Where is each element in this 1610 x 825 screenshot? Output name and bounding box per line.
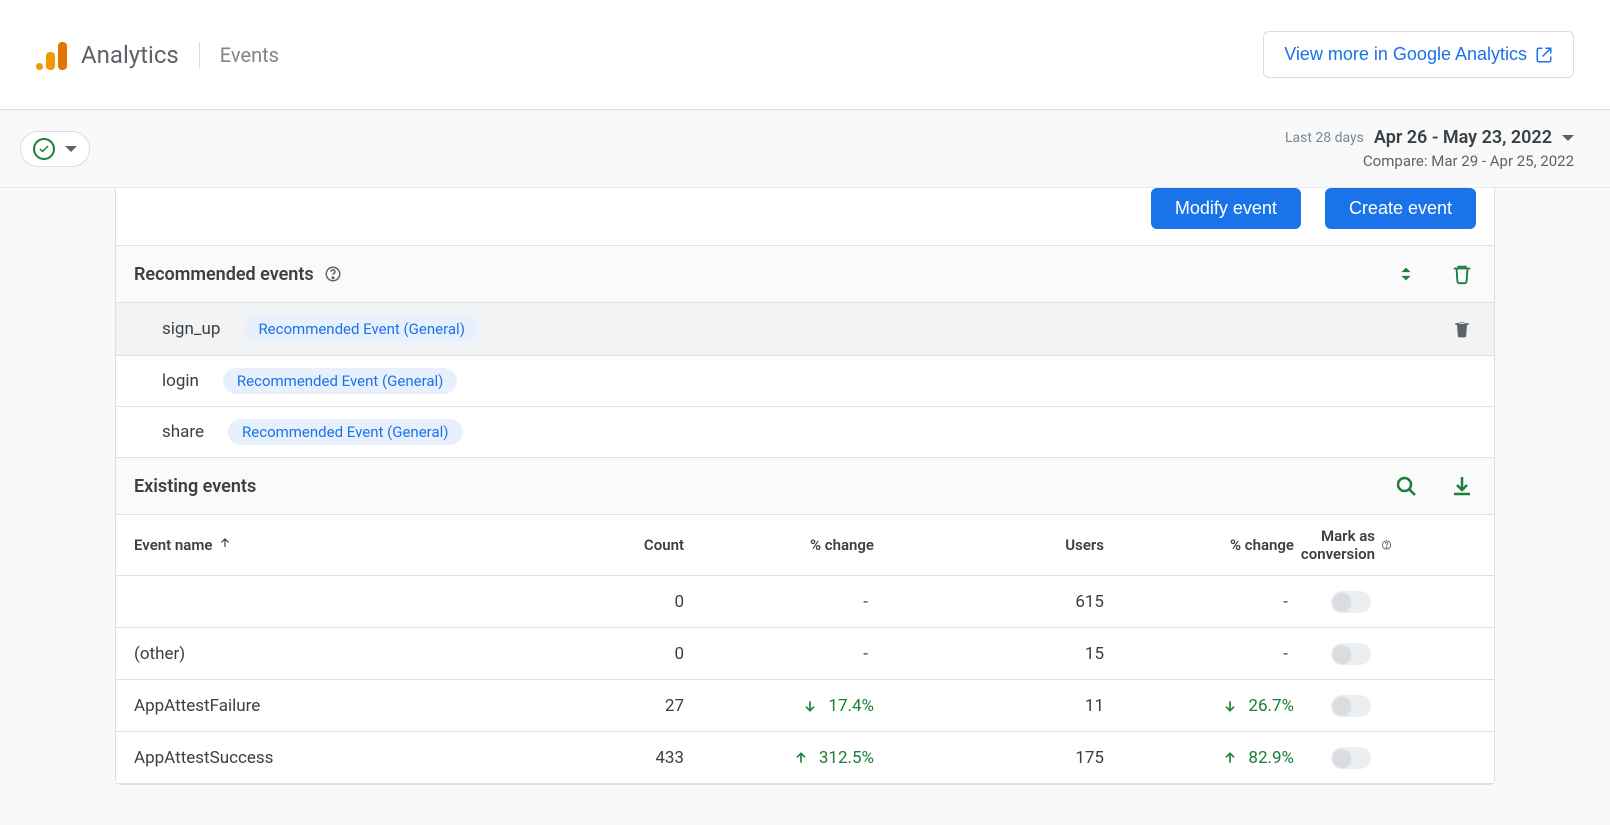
cell-event-name: AppAttestSuccess	[134, 748, 564, 768]
open-in-new-icon	[1535, 46, 1553, 64]
recommended-row[interactable]: sign_up Recommended Event (General)	[116, 303, 1494, 356]
cell-conversion	[1294, 695, 1476, 717]
help-icon[interactable]	[324, 265, 342, 283]
arrow-down-icon	[802, 698, 818, 714]
cell-users-change: -	[1104, 592, 1294, 612]
cell-users: 11	[874, 696, 1104, 716]
topbar: Analytics Events View more in Google Ana…	[0, 0, 1610, 110]
download-button[interactable]	[1448, 472, 1476, 500]
brand: Analytics Events	[36, 40, 279, 70]
recommended-name: sign_up	[162, 319, 220, 339]
help-icon[interactable]	[1381, 536, 1392, 554]
cell-count: 0	[564, 644, 684, 664]
secondary-bar: Last 28 days Apr 26 - May 23, 2022 Compa…	[0, 110, 1610, 188]
arrow-down-icon	[1222, 698, 1238, 714]
conversion-toggle[interactable]	[1331, 695, 1371, 717]
table-row[interactable]: AppAttestFailure2717.4%1126.7%	[116, 680, 1494, 732]
cell-count: 27	[564, 696, 684, 716]
view-more-label: View more in Google Analytics	[1284, 44, 1527, 65]
table-row[interactable]: AppAttestSuccess433312.5%17582.9%	[116, 732, 1494, 784]
cell-event-name: AppAttestFailure	[134, 696, 564, 716]
delete-all-button[interactable]	[1448, 260, 1476, 288]
table-row[interactable]: 0-615-	[116, 576, 1494, 628]
view-more-button[interactable]: View more in Google Analytics	[1263, 31, 1574, 78]
cell-conversion	[1294, 643, 1476, 665]
create-event-button[interactable]: Create event	[1325, 188, 1476, 229]
col-event-name[interactable]: Event name	[134, 536, 564, 554]
recommended-row[interactable]: share Recommended Event (General)	[116, 407, 1494, 458]
recommended-name: login	[162, 371, 199, 391]
status-filter-pill[interactable]	[20, 131, 90, 167]
cell-users-change: -	[1104, 644, 1294, 664]
cell-count: 433	[564, 748, 684, 768]
recommended-chip: Recommended Event (General)	[223, 368, 457, 394]
cell-users: 15	[874, 644, 1104, 664]
arrow-up-icon	[793, 750, 809, 766]
recommended-name: share	[162, 422, 204, 442]
cell-users: 615	[874, 592, 1104, 612]
events-card: Modify event Create event Recommended ev…	[115, 188, 1495, 785]
col-mark-conversion: Mark as conversion	[1294, 527, 1482, 563]
date-range[interactable]: Last 28 days Apr 26 - May 23, 2022 Compa…	[1285, 127, 1574, 170]
cell-count-change: 17.4%	[684, 696, 874, 716]
events-table-body: 0-615-(other)0-15-AppAttestFailure2717.4…	[116, 576, 1494, 784]
brand-title: Analytics	[81, 41, 179, 69]
sort-asc-icon	[218, 536, 232, 554]
cell-conversion	[1294, 591, 1476, 613]
col-event-name-label: Event name	[134, 536, 212, 554]
check-circle-icon	[33, 138, 55, 160]
cell-count-change: -	[684, 644, 874, 664]
existing-events-title: Existing events	[134, 476, 256, 497]
cell-event-name: (other)	[134, 644, 564, 664]
cell-count-change: 312.5%	[684, 748, 874, 768]
stage: Modify event Create event Recommended ev…	[0, 188, 1610, 825]
page-subtitle: Events	[220, 43, 279, 67]
table-row[interactable]: (other)0-15-	[116, 628, 1494, 680]
conversion-toggle[interactable]	[1331, 747, 1371, 769]
date-range-value: Apr 26 - May 23, 2022	[1374, 127, 1552, 148]
expand-collapse-button[interactable]	[1392, 260, 1420, 288]
recommended-events-header: Recommended events	[116, 246, 1494, 303]
recommended-events-title: Recommended events	[134, 264, 314, 285]
chevron-down-icon	[1562, 135, 1574, 141]
cell-users-change: 26.7%	[1104, 696, 1294, 716]
search-button[interactable]	[1392, 472, 1420, 500]
cell-count-change: -	[684, 592, 874, 612]
cell-conversion	[1294, 747, 1476, 769]
delete-row-button[interactable]	[1448, 315, 1476, 343]
col-users-change[interactable]: % change	[1104, 536, 1294, 554]
col-count-change[interactable]: % change	[684, 536, 874, 554]
chevron-down-icon	[65, 146, 77, 152]
date-compare: Compare: Mar 29 - Apr 25, 2022	[1285, 152, 1574, 170]
date-range-label: Last 28 days	[1285, 130, 1364, 146]
cell-users-change: 82.9%	[1104, 748, 1294, 768]
arrow-up-icon	[1222, 750, 1238, 766]
col-users[interactable]: Users	[874, 536, 1104, 554]
brand-divider	[199, 42, 200, 68]
col-mark-label: Mark as conversion	[1294, 527, 1375, 563]
cell-count: 0	[564, 592, 684, 612]
conversion-toggle[interactable]	[1331, 591, 1371, 613]
recommended-chip: Recommended Event (General)	[244, 316, 478, 342]
card-actions: Modify event Create event	[116, 188, 1494, 246]
col-count[interactable]: Count	[564, 536, 684, 554]
recommended-row[interactable]: login Recommended Event (General)	[116, 356, 1494, 407]
existing-events-header: Existing events	[116, 458, 1494, 515]
events-table-head: Event name Count % change Users % change…	[116, 515, 1494, 576]
cell-users: 175	[874, 748, 1104, 768]
analytics-logo-icon	[36, 40, 67, 70]
conversion-toggle[interactable]	[1331, 643, 1371, 665]
recommended-chip: Recommended Event (General)	[228, 419, 462, 445]
modify-event-button[interactable]: Modify event	[1151, 188, 1301, 229]
